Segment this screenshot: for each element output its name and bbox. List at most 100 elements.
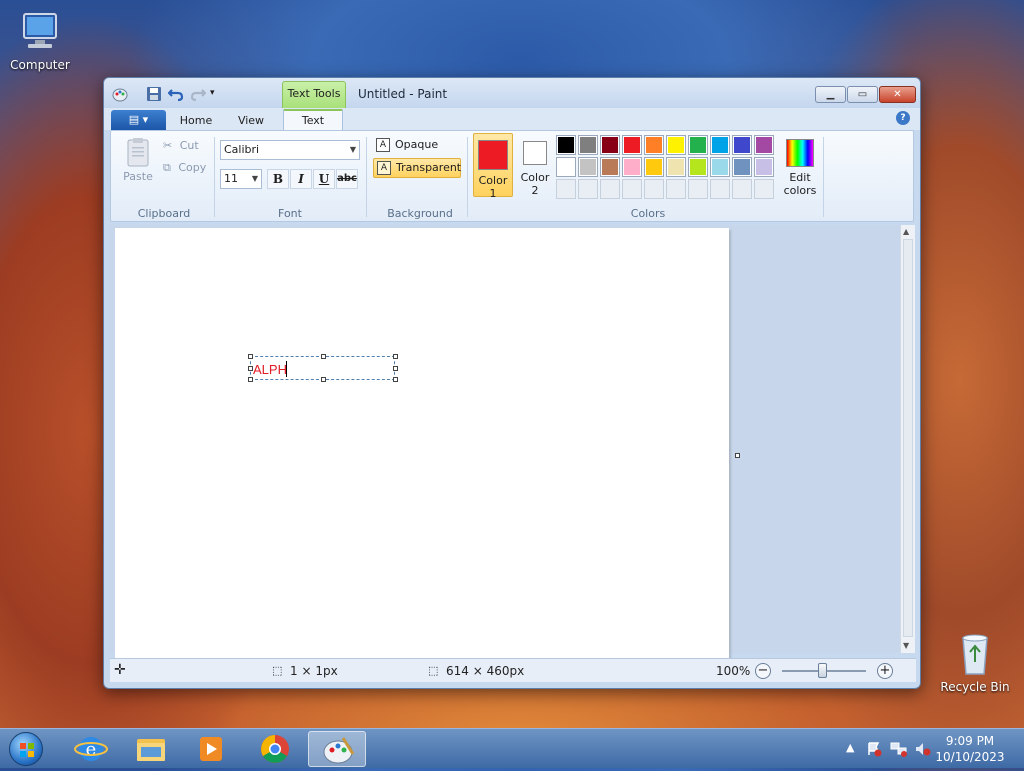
palette-swatch[interactable] (622, 135, 642, 155)
swatch-color (734, 137, 750, 153)
swatch-color (690, 137, 706, 153)
palette-swatch[interactable] (754, 135, 774, 155)
custom-color-slot[interactable] (666, 179, 686, 199)
paste-button[interactable]: Paste (121, 137, 155, 187)
canvas-size: 614 × 460px (446, 664, 525, 678)
undo-icon[interactable] (167, 86, 184, 102)
custom-color-slot[interactable] (600, 179, 620, 199)
opaque-button[interactable]: A Opaque (373, 136, 461, 156)
font-family-select[interactable]: Calibri ▼ (220, 140, 360, 160)
palette-swatch[interactable] (556, 157, 576, 177)
swatch-color (602, 159, 618, 175)
save-icon[interactable] (146, 86, 162, 102)
swatch-color (756, 137, 772, 153)
show-hidden-icons-icon[interactable]: ▲ (846, 741, 854, 754)
vertical-scrollbar[interactable]: ▲ ▼ (900, 225, 915, 653)
bold-button[interactable]: B (267, 169, 289, 189)
tab-view[interactable]: View (228, 112, 274, 130)
palette-swatch[interactable] (644, 135, 664, 155)
paint-app-icon[interactable] (112, 86, 128, 102)
palette-swatch[interactable] (710, 135, 730, 155)
font-size-select[interactable]: 11 ▼ (220, 169, 262, 189)
resize-handle[interactable] (248, 377, 253, 382)
tab-text[interactable]: Text (283, 109, 343, 131)
palette-swatch[interactable] (688, 135, 708, 155)
underline-button[interactable]: U (313, 169, 335, 189)
maximize-button[interactable]: ▭ (847, 86, 878, 103)
palette-swatch[interactable] (732, 157, 752, 177)
zoom-in-button[interactable]: + (877, 663, 893, 679)
text-box[interactable]: ALPH (248, 354, 398, 382)
customize-quick-access-icon[interactable]: ▾ (210, 88, 226, 104)
swatch-color (646, 137, 662, 153)
edit-colors-button[interactable]: Edit colors (775, 133, 825, 197)
custom-color-slot[interactable] (644, 179, 664, 199)
taskbar-internet-explorer[interactable]: e (62, 731, 120, 767)
media-player-icon (200, 737, 222, 761)
palette-swatch[interactable] (578, 157, 598, 177)
palette-swatch[interactable] (732, 135, 752, 155)
selection-size-icon: ⬚ (272, 664, 283, 677)
drawing-canvas[interactable]: ALPH (115, 228, 729, 658)
resize-handle[interactable] (393, 377, 398, 382)
custom-color-slot[interactable] (710, 179, 730, 199)
custom-color-slot[interactable] (688, 179, 708, 199)
color2-button[interactable]: Color 2 (515, 133, 555, 197)
paint-menu-button[interactable]: ▤ ▾ (111, 110, 166, 130)
resize-handle[interactable] (321, 377, 326, 382)
opaque-icon: A (376, 138, 390, 152)
cut-button[interactable]: ✂ Cut (163, 139, 199, 152)
taskbar-file-explorer[interactable] (122, 731, 180, 767)
help-icon[interactable]: ? (896, 111, 910, 125)
system-clock[interactable]: 9:09 PM 10/10/2023 (930, 733, 1010, 765)
palette-swatch[interactable] (600, 157, 620, 177)
zoom-slider-thumb[interactable] (818, 663, 827, 678)
palette-swatch[interactable] (710, 157, 730, 177)
canvas-resize-handle[interactable] (735, 453, 740, 458)
palette-swatch[interactable] (666, 135, 686, 155)
taskbar-paint[interactable] (308, 731, 366, 767)
palette-swatch[interactable] (688, 157, 708, 177)
palette-swatch[interactable] (754, 157, 774, 177)
scroll-up-arrow-icon[interactable]: ▲ (903, 227, 909, 236)
custom-color-slot[interactable] (754, 179, 774, 199)
palette-swatch[interactable] (666, 157, 686, 177)
strikethrough-button[interactable]: abc (336, 169, 358, 189)
custom-color-slot[interactable] (556, 179, 576, 199)
custom-color-slot[interactable] (732, 179, 752, 199)
color1-button[interactable]: Color 1 (473, 133, 513, 200)
palette-swatch[interactable] (644, 157, 664, 177)
title-bar[interactable]: ▾ Text Tools Untitled - Paint ▁ ▭ ✕ (104, 78, 920, 108)
resize-handle[interactable] (393, 366, 398, 371)
palette-swatch[interactable] (600, 135, 620, 155)
resize-handle[interactable] (248, 354, 253, 359)
taskbar-chrome[interactable] (246, 731, 304, 767)
desktop-icon-recycle-bin[interactable]: Recycle Bin (935, 632, 1015, 694)
start-button[interactable] (4, 729, 48, 769)
palette-swatch[interactable] (556, 135, 576, 155)
redo-icon[interactable] (190, 86, 207, 102)
palette-swatch[interactable] (622, 157, 642, 177)
zoom-out-button[interactable]: − (755, 663, 771, 679)
italic-button[interactable]: I (290, 169, 312, 189)
tab-home[interactable]: Home (174, 112, 218, 130)
palette-swatch[interactable] (578, 135, 598, 155)
swatch-color (668, 159, 684, 175)
network-icon[interactable] (890, 741, 908, 760)
resize-handle[interactable] (393, 354, 398, 359)
desktop-icon-label: Computer (10, 58, 70, 72)
desktop-icon-computer[interactable]: Computer (0, 10, 80, 72)
custom-color-slot[interactable] (622, 179, 642, 199)
windows-logo-icon (9, 732, 43, 766)
resize-handle[interactable] (321, 354, 326, 359)
close-button[interactable]: ✕ (879, 86, 916, 103)
scrollbar-track[interactable] (903, 239, 913, 637)
copy-button[interactable]: ⧉ Copy (163, 161, 206, 175)
background-group-label: Background (387, 207, 453, 220)
scroll-down-arrow-icon[interactable]: ▼ (903, 641, 909, 650)
custom-color-slot[interactable] (578, 179, 598, 199)
action-center-icon[interactable] (866, 741, 882, 760)
transparent-button[interactable]: A Transparent (373, 158, 461, 178)
taskbar-media-player[interactable] (182, 731, 240, 767)
minimize-button[interactable]: ▁ (815, 86, 846, 103)
